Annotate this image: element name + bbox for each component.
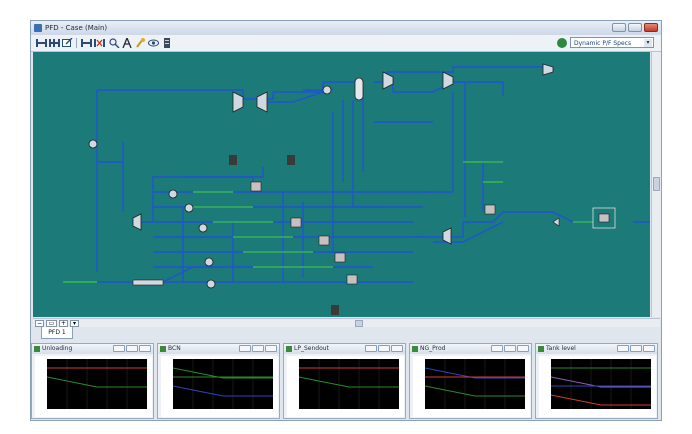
- chart-icon: [34, 346, 40, 352]
- close-button[interactable]: [517, 345, 529, 352]
- text-icon[interactable]: [122, 38, 133, 48]
- panel-controls: [617, 345, 655, 352]
- minimize-button[interactable]: [617, 345, 629, 352]
- strip-chart-title-bar: NG_Prod: [410, 344, 531, 354]
- maximize-button[interactable]: [630, 345, 642, 352]
- vertical-scrollbar[interactable]: [651, 52, 661, 317]
- plot-area: [299, 359, 399, 409]
- minimize-button[interactable]: [491, 345, 503, 352]
- horizontal-scroll-thumb[interactable]: [355, 320, 363, 327]
- maximize-button[interactable]: [378, 345, 390, 352]
- strip-chart-title-bar: Unloading: [32, 344, 153, 354]
- minimize-button[interactable]: [113, 345, 125, 352]
- pfd-split-icon[interactable]: [49, 38, 60, 48]
- pfd-window: PFD - Case (Main) Dynamic P/F Specs ▾ − …: [30, 20, 662, 421]
- pfd-export-icon[interactable]: [62, 38, 73, 48]
- maximize-button[interactable]: [252, 345, 264, 352]
- strip-chart-name: Unloading: [42, 345, 73, 352]
- plot-area: [425, 359, 525, 409]
- strip-chart-plot: [413, 356, 530, 417]
- strip-chart-name: LP_Sendout: [294, 345, 329, 352]
- strip-chart-3[interactable]: NG_Prod: [409, 343, 532, 419]
- close-button[interactable]: [265, 345, 277, 352]
- maximize-button[interactable]: [126, 345, 138, 352]
- strip-chart-1[interactable]: BCN: [157, 343, 280, 419]
- panel-controls: [239, 345, 277, 352]
- strip-chart-4[interactable]: Tank level: [535, 343, 658, 419]
- strip-chart-name: BCN: [168, 345, 181, 352]
- pfd-break-icon[interactable]: [94, 38, 105, 48]
- chart-icon: [286, 346, 292, 352]
- zoom-in-icon[interactable]: +: [59, 320, 68, 327]
- strip-chart-title-bar: BCN: [158, 344, 279, 354]
- close-button[interactable]: [391, 345, 403, 352]
- tab-bar: PFD 1: [31, 327, 661, 339]
- window-controls: [612, 23, 658, 32]
- pfd-canvas[interactable]: [33, 52, 650, 317]
- toolbar: Dynamic P/F Specs ▾: [31, 35, 661, 52]
- tab-pfd-1[interactable]: PFD 1: [41, 327, 73, 339]
- color-icon[interactable]: [135, 38, 146, 48]
- close-button[interactable]: [139, 345, 151, 352]
- minimize-button[interactable]: [365, 345, 377, 352]
- strip-chart-0[interactable]: Unloading: [31, 343, 154, 419]
- strip-chart-title-bar: LP_Sendout: [284, 344, 405, 354]
- spec-select-value: Dynamic P/F Specs: [574, 40, 632, 47]
- zoom-out-icon[interactable]: −: [35, 320, 44, 327]
- chevron-down-icon[interactable]: ▾: [644, 39, 652, 47]
- pfd-add-icon[interactable]: [36, 38, 47, 48]
- strip-chart-2[interactable]: LP_Sendout: [283, 343, 406, 419]
- window-title: PFD - Case (Main): [45, 24, 108, 32]
- strip-chart-plot: [35, 356, 152, 417]
- title-bar: PFD - Case (Main): [31, 21, 661, 35]
- plot-area: [551, 359, 651, 409]
- app-icon: [34, 24, 42, 32]
- close-button[interactable]: [643, 345, 655, 352]
- maximize-button[interactable]: [504, 345, 516, 352]
- panel-controls: [365, 345, 403, 352]
- vertical-scroll-thumb[interactable]: [653, 177, 660, 191]
- spec-icon: [557, 38, 567, 48]
- strip-chart-name: NG_Prod: [420, 345, 446, 352]
- chart-icon: [538, 346, 544, 352]
- panel-controls: [491, 345, 529, 352]
- plot-area: [173, 359, 273, 409]
- zoom-menu-icon[interactable]: ▾: [70, 320, 79, 327]
- minimize-button[interactable]: [239, 345, 251, 352]
- bars-icon[interactable]: [162, 38, 173, 48]
- strip-chart-plot: [539, 356, 656, 417]
- spec-select[interactable]: Dynamic P/F Specs ▾: [570, 37, 654, 48]
- strip-chart-plot: [287, 356, 404, 417]
- chart-icon: [412, 346, 418, 352]
- maximize-button[interactable]: [628, 23, 642, 32]
- close-button[interactable]: [644, 23, 658, 32]
- minimize-button[interactable]: [612, 23, 626, 32]
- strip-chart-name: Tank level: [546, 345, 576, 352]
- zoom-fit-icon[interactable]: ▭: [46, 320, 57, 327]
- view-icon[interactable]: [148, 38, 159, 48]
- strip-chart-plot: [161, 356, 278, 417]
- chart-icon: [160, 346, 166, 352]
- strip-chart-title-bar: Tank level: [536, 344, 657, 354]
- plot-area: [47, 359, 147, 409]
- strip-chart-panels: Unloading BCN LP_Sendout NG_Prod Tank level: [31, 343, 661, 420]
- pfd-connect-icon[interactable]: [81, 38, 92, 48]
- panel-controls: [113, 345, 151, 352]
- zoom-icon[interactable]: [109, 38, 120, 48]
